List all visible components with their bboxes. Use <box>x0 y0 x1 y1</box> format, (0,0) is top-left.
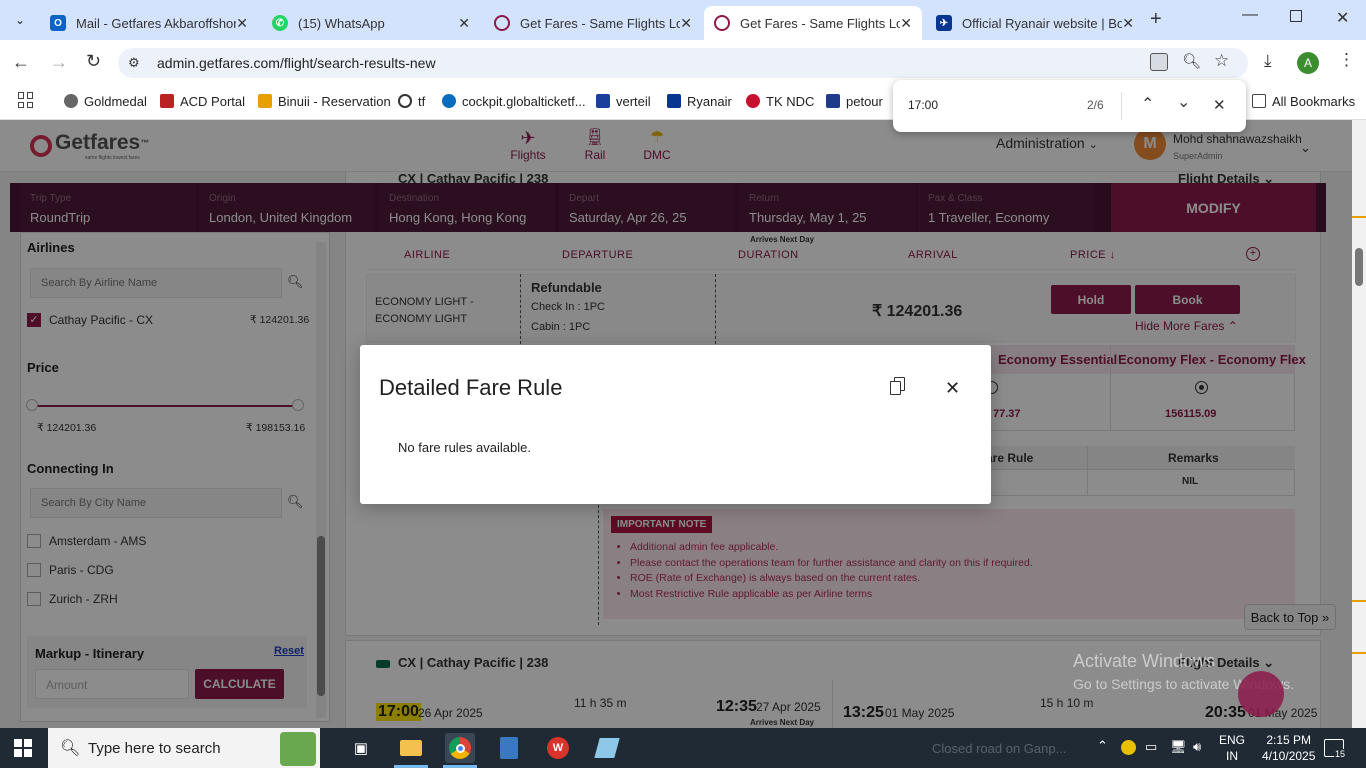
tray-status-icon[interactable] <box>1121 740 1136 755</box>
zoom-icon[interactable]: 🔍︎ <box>1182 52 1201 70</box>
ryanair-icon: ✈ <box>936 15 952 31</box>
getfares-icon <box>494 15 510 31</box>
ryanair-icon <box>667 94 681 108</box>
find-next-icon[interactable]: ⌄ <box>1177 92 1190 112</box>
task-view-icon[interactable]: ▣ <box>346 733 376 763</box>
binuii-icon <box>258 94 272 108</box>
back-button[interactable]: ← <box>12 52 30 73</box>
chrome-icon[interactable] <box>445 733 475 763</box>
folder-icon <box>1252 94 1266 108</box>
tray-chevron-icon[interactable]: ⌃ <box>1097 738 1108 754</box>
site-info-icon[interactable]: ⚙ <box>128 55 140 71</box>
profile-avatar[interactable]: A <box>1297 52 1319 74</box>
tab-getfares-1[interactable]: Get Fares - Same Flights Low ✕ <box>484 6 702 40</box>
page-search-icon[interactable] <box>1150 53 1168 71</box>
notification-count: 15 <box>1334 749 1347 759</box>
whatsapp-icon: ✆ <box>272 15 288 31</box>
reload-button[interactable]: ↻ <box>86 51 101 72</box>
bookmark-cockpit[interactable]: cockpit.globalticketf... <box>442 92 586 110</box>
search-highlight-icon <box>280 732 316 766</box>
find-count: 2/6 <box>1087 98 1104 112</box>
decor-bar <box>1352 652 1366 654</box>
file-explorer-icon[interactable] <box>396 733 426 763</box>
wps-office-icon[interactable]: W <box>543 733 573 763</box>
close-tab-icon[interactable]: ✕ <box>236 15 248 32</box>
goldmedal-icon <box>64 94 78 108</box>
petour-icon <box>826 94 840 108</box>
all-bookmarks[interactable]: All Bookmarks <box>1252 92 1355 110</box>
volume-icon[interactable]: 🔊︎ <box>1193 739 1201 755</box>
minimize-button[interactable]: — <box>1242 6 1258 24</box>
close-tab-icon[interactable]: ✕ <box>1122 15 1134 32</box>
bookmark-ryanair[interactable]: Ryanair <box>667 92 732 110</box>
bookmark-acd-portal[interactable]: ACD Portal <box>160 92 245 110</box>
chat-widget-icon[interactable] <box>1238 671 1284 717</box>
find-divider <box>1121 92 1122 120</box>
verteil-icon <box>596 94 610 108</box>
decor-bar <box>1352 600 1366 602</box>
notepad-icon[interactable] <box>592 733 622 763</box>
tab-mail[interactable]: O Mail - Getfares Akbaroffshor ✕ <box>40 6 258 40</box>
menu-icon[interactable]: ⋮ <box>1338 50 1355 70</box>
find-prev-icon[interactable]: ⌃ <box>1141 94 1154 114</box>
find-close-icon[interactable]: ✕ <box>1213 96 1226 114</box>
start-windows-icon[interactable] <box>14 739 32 757</box>
close-icon[interactable]: ✕ <box>945 378 960 399</box>
tab-whatsapp[interactable]: ✆ (15) WhatsApp ✕ <box>262 6 480 40</box>
modal-title: Detailed Fare Rule <box>379 375 563 400</box>
bookmark-tk-ndc[interactable]: TK NDC <box>746 92 814 110</box>
bookmark-petour[interactable]: petour <box>826 92 883 110</box>
weather-widget[interactable]: Closed road on Ganp... <box>932 741 1066 756</box>
close-tab-icon[interactable]: ✕ <box>680 15 692 32</box>
maximize-button[interactable] <box>1290 10 1302 22</box>
apps-icon[interactable] <box>18 92 34 108</box>
clock[interactable]: 2:15 PM 4/10/2025 <box>1262 732 1315 764</box>
find-input[interactable]: 17:00 <box>908 98 938 112</box>
bookmark-tf[interactable]: tf <box>398 92 425 110</box>
find-in-page-bar: 17:00 2/6 ⌃ ⌄ ✕ <box>893 80 1246 132</box>
page-scrollbar[interactable] <box>1352 120 1366 728</box>
copy-icon[interactable] <box>890 377 906 395</box>
bookmark-verteil[interactable]: verteil <box>596 92 651 110</box>
tab-search-button[interactable]: ⌄ <box>8 8 32 32</box>
cockpit-icon <box>442 94 456 108</box>
network-icon[interactable]: 🖥︎ <box>1170 739 1187 755</box>
forward-button[interactable]: → <box>50 52 68 73</box>
turkish-airlines-icon <box>746 94 760 108</box>
tray-device-icon[interactable]: ▭ <box>1145 739 1157 755</box>
close-tab-icon[interactable]: ✕ <box>900 15 912 32</box>
tab-getfares-active[interactable]: Get Fares - Same Flights Low ✕ <box>704 6 922 40</box>
tab-ryanair[interactable]: ✈ Official Ryanair website | Boo ✕ <box>926 6 1144 40</box>
fare-rule-modal: Detailed Fare Rule ✕ No fare rules avail… <box>360 345 991 504</box>
bookmark-goldmedal[interactable]: Goldmedal <box>64 92 147 110</box>
download-icon[interactable]: ⤓ <box>1264 51 1272 71</box>
search-icon: 🔍︎ <box>60 740 81 757</box>
close-window-button[interactable]: ✕ <box>1336 8 1349 28</box>
bookmark-star-icon[interactable]: ☆ <box>1214 51 1229 71</box>
decor-bar <box>1352 216 1366 218</box>
language-indicator[interactable]: ENG IN <box>1219 732 1245 764</box>
bookmark-binuii[interactable]: Binuii - Reservation <box>258 92 391 110</box>
url-text[interactable]: admin.getfares.com/flight/search-results… <box>157 55 436 71</box>
taskbar-search-placeholder: Type here to search <box>88 740 221 757</box>
new-tab-button[interactable]: + <box>1150 8 1162 31</box>
tf-icon <box>398 94 412 108</box>
close-tab-icon[interactable]: ✕ <box>458 15 470 32</box>
calculator-icon[interactable] <box>494 733 524 763</box>
modal-body-text: No fare rules available. <box>398 440 531 455</box>
outlook-icon: O <box>50 15 66 31</box>
getfares-icon <box>714 15 730 31</box>
acd-icon <box>160 94 174 108</box>
